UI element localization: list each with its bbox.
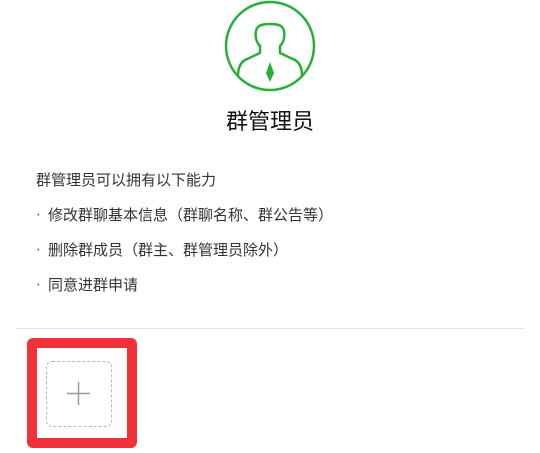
page-title: 群管理员 (225, 110, 314, 135)
ability-item-text: 删除群成员（群主、群管理员除外） (48, 241, 289, 259)
section-divider (16, 328, 524, 329)
admin-avatar (224, 0, 316, 92)
ability-item-text: 同意进群申请 (48, 276, 139, 294)
ability-item: · 修改群聊基本信息（群聊名称、群公告等） (36, 205, 516, 226)
plus-icon (67, 382, 90, 405)
bullet-dot: · (36, 241, 41, 259)
ability-item-text: 修改群聊基本信息（群聊名称、群公告等） (48, 206, 334, 224)
add-admin-button[interactable] (46, 361, 112, 427)
description-heading: 群管理员可以拥有以下能力 (36, 171, 217, 189)
bullet-dot: · (36, 206, 41, 224)
ability-item: · 删除群成员（群主、群管理员除外） (36, 240, 516, 261)
bullet-dot: · (36, 276, 41, 294)
ability-item: · 同意进群申请 (36, 275, 516, 296)
admin-abilities-description: 群管理员可以拥有以下能力 · 修改群聊基本信息（群聊名称、群公告等） · 删除群成员… (36, 170, 516, 310)
admin-person-icon (224, 0, 316, 92)
